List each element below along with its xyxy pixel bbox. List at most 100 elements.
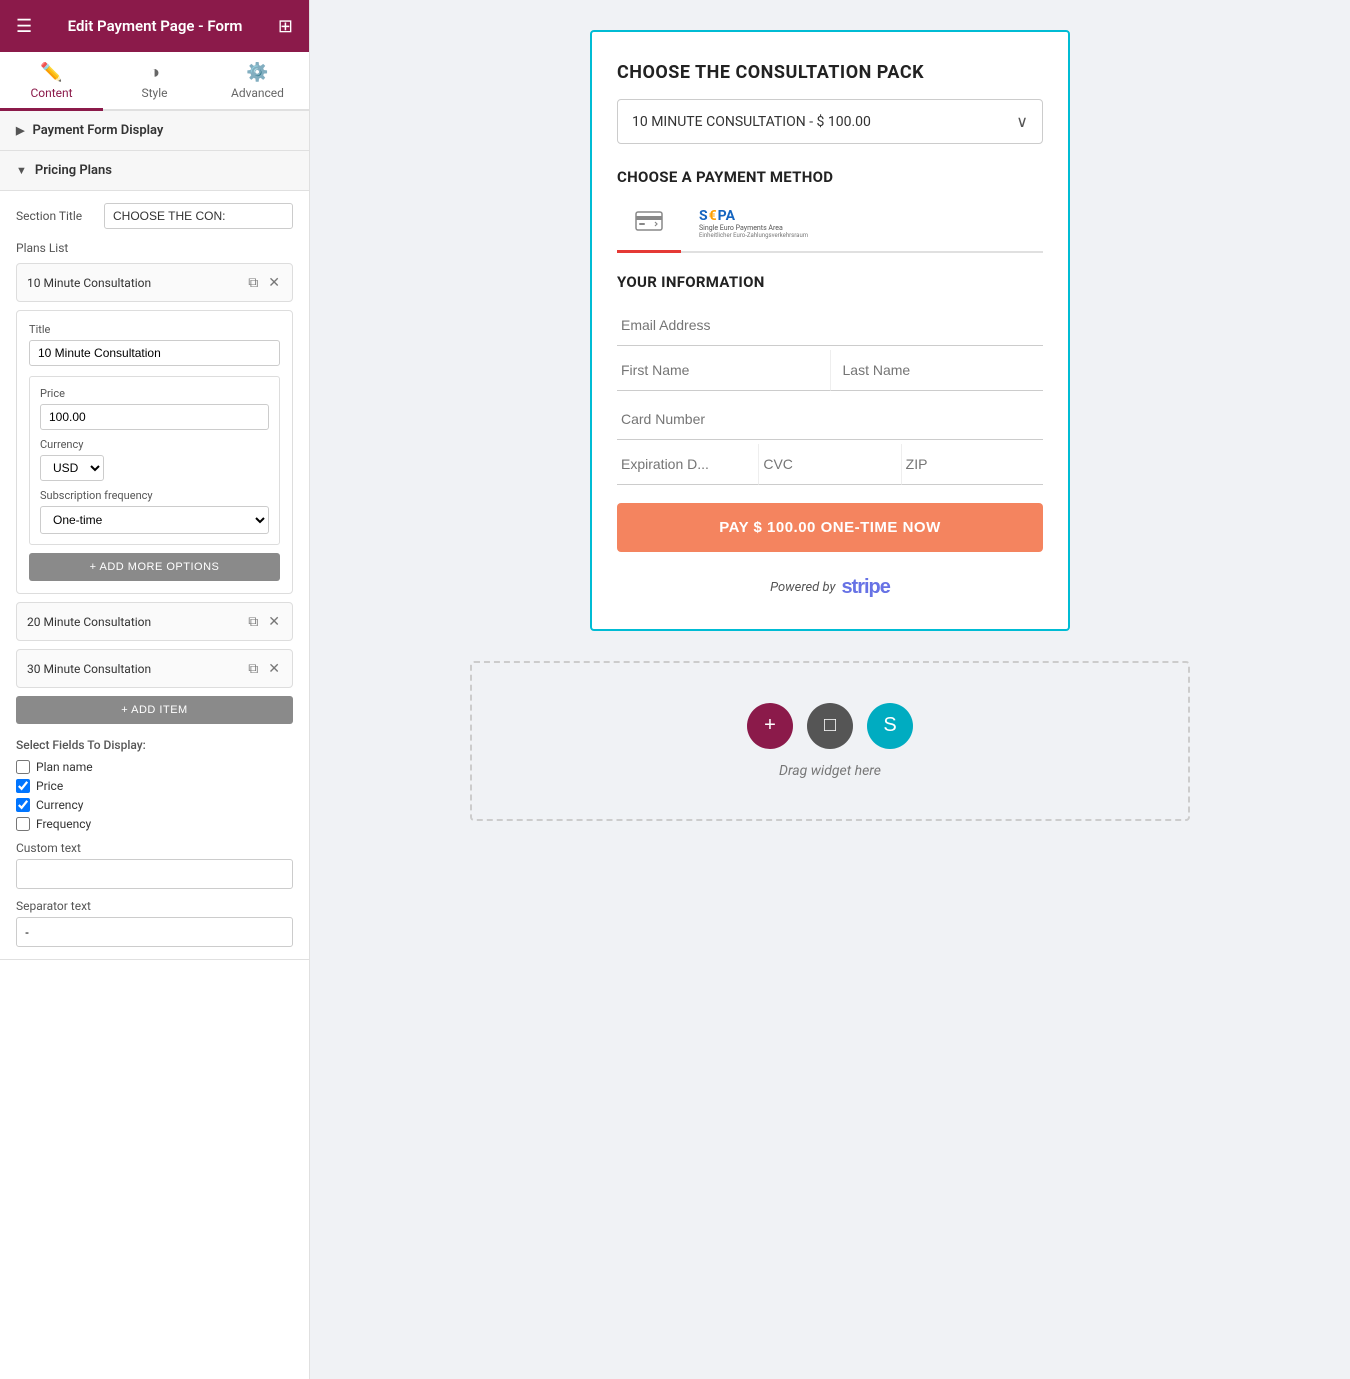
field-price-checkbox[interactable]	[16, 779, 30, 793]
payment-method-card-tab[interactable]	[617, 200, 681, 253]
card-number-input[interactable]	[617, 399, 1043, 440]
email-input[interactable]	[617, 305, 1043, 346]
pricing-plans-label: Pricing Plans	[35, 163, 112, 178]
plan-2-actions: ⧉ ✕	[246, 611, 282, 632]
sepa-logo: S € PA Single Euro Payments Area Einheit…	[699, 208, 808, 240]
plan-item-3: 30 Minute Consultation ⧉ ✕	[16, 649, 293, 688]
payment-method-sepa-tab[interactable]: S € PA Single Euro Payments Area Einheit…	[681, 200, 826, 253]
pay-button[interactable]: PAY $ 100.00 ONE-TIME NOW	[617, 503, 1043, 552]
field-plan-name-row[interactable]: Plan name	[16, 760, 293, 774]
expiry-input[interactable]	[617, 444, 759, 485]
plan-3-copy-button[interactable]: ⧉	[246, 658, 260, 679]
freq-select[interactable]: One-time Monthly Yearly	[40, 506, 269, 534]
stripe-logo: stripe	[841, 576, 889, 599]
add-options-button[interactable]: + ADD MORE OPTIONS	[29, 553, 280, 581]
choose-pack-title: CHOOSE THE CONSULTATION PACK	[617, 62, 1043, 83]
field-plan-name-checkbox[interactable]	[16, 760, 30, 774]
arrow-down-icon: ▼	[16, 164, 27, 177]
field-currency-row[interactable]: Currency	[16, 798, 293, 812]
field-frequency-checkbox[interactable]	[16, 817, 30, 831]
currency-select[interactable]: USD EUR GBP	[40, 455, 104, 481]
payment-form-display-label: Payment Form Display	[32, 123, 163, 138]
tab-content-label: Content	[30, 86, 72, 100]
currency-label: Currency	[40, 438, 269, 451]
plan-title-label: Title	[29, 323, 280, 336]
section-title-row: Section Title	[16, 203, 293, 229]
plan-item-1: 10 Minute Consultation ⧉ ✕	[16, 263, 293, 302]
custom-text-label: Custom text	[16, 841, 293, 855]
pricing-plans-body: Section Title Plans List 10 Minute Consu…	[0, 191, 309, 960]
field-frequency-row[interactable]: Frequency	[16, 817, 293, 831]
add-item-button[interactable]: + ADD ITEM	[16, 696, 293, 724]
separator-text-input[interactable]	[16, 917, 293, 947]
plan-2-label: 20 Minute Consultation	[27, 615, 246, 629]
hamburger-icon[interactable]: ☰	[16, 16, 32, 37]
field-price-row[interactable]: Price	[16, 779, 293, 793]
plan-1-actions: ⧉ ✕	[246, 272, 282, 293]
plans-list-label: Plans List	[16, 241, 293, 255]
plan-1-delete-button[interactable]: ✕	[266, 272, 282, 293]
payment-methods-row: S € PA Single Euro Payments Area Einheit…	[617, 200, 1043, 253]
advanced-icon: ⚙️	[246, 62, 268, 83]
section-title-label: Section Title	[16, 209, 96, 223]
pricing-plans-header[interactable]: ▼ Pricing Plans	[0, 151, 309, 191]
tab-style[interactable]: ◑ Style	[103, 52, 206, 111]
sidebar-tabs: ✏️ Content ◑ Style ⚙️ Advanced	[0, 52, 309, 111]
plan-detail-expanded: Title Price Currency USD EUR GBP Subscri…	[16, 310, 293, 594]
add-widget-button[interactable]: +	[747, 703, 793, 749]
payment-card: CHOOSE THE CONSULTATION PACK 10 MINUTE C…	[590, 30, 1070, 631]
tab-advanced-label: Advanced	[231, 86, 284, 100]
drag-label: Drag widget here	[779, 763, 881, 779]
payment-form-display-header[interactable]: ▶ Payment Form Display	[0, 111, 309, 151]
plan-detail-inner: Price Currency USD EUR GBP Subscription …	[29, 376, 280, 545]
powered-by-label: Powered by	[770, 580, 835, 595]
field-currency-checkbox[interactable]	[16, 798, 30, 812]
price-input[interactable]	[40, 404, 269, 430]
payment-method-title: CHOOSE A PAYMENT METHOD	[617, 168, 1043, 186]
plan-3-label: 30 Minute Consultation	[27, 662, 246, 676]
zip-input[interactable]	[902, 444, 1043, 485]
section-title-input[interactable]	[104, 203, 293, 229]
last-name-input[interactable]	[831, 350, 1044, 391]
widget-s-button[interactable]: S	[867, 703, 913, 749]
grid-icon[interactable]: ⊞	[278, 16, 293, 37]
style-icon: ◑	[149, 62, 160, 83]
widget-type-button[interactable]: □	[807, 703, 853, 749]
your-info-title: YOUR INFORMATION	[617, 273, 1043, 291]
plan-dropdown[interactable]: 10 MINUTE CONSULTATION - $ 100.00 ∨	[617, 99, 1043, 144]
field-currency-label: Currency	[36, 798, 83, 812]
content-icon: ✏️	[40, 62, 62, 83]
chevron-down-icon: ∨	[1016, 112, 1028, 131]
main-content: CHOOSE THE CONSULTATION PACK 10 MINUTE C…	[310, 0, 1350, 1379]
selected-plan-label: 10 MINUTE CONSULTATION - $ 100.00	[632, 114, 871, 130]
drag-widget-area: + □ S Drag widget here	[470, 661, 1190, 821]
field-frequency-label: Frequency	[36, 817, 91, 831]
tab-content[interactable]: ✏️ Content	[0, 52, 103, 111]
tab-style-label: Style	[141, 86, 167, 100]
plan-3-delete-button[interactable]: ✕	[266, 658, 282, 679]
tab-advanced[interactable]: ⚙️ Advanced	[206, 52, 309, 111]
sidebar-header: ☰ Edit Payment Page - Form ⊞	[0, 0, 309, 52]
plan-title-input[interactable]	[29, 340, 280, 366]
plan-3-actions: ⧉ ✕	[246, 658, 282, 679]
first-name-input[interactable]	[617, 350, 831, 391]
custom-text-input[interactable]	[16, 859, 293, 889]
price-label: Price	[40, 387, 269, 400]
powered-by-row: Powered by stripe	[617, 576, 1043, 599]
field-plan-name-label: Plan name	[36, 760, 93, 774]
widget-icons-row: + □ S	[747, 703, 913, 749]
plan-2-copy-button[interactable]: ⧉	[246, 611, 260, 632]
card-detail-row	[617, 444, 1043, 489]
plan-item-2: 20 Minute Consultation ⧉ ✕	[16, 602, 293, 641]
plan-1-label: 10 Minute Consultation	[27, 276, 246, 290]
cvc-input[interactable]	[759, 444, 901, 485]
separator-text-label: Separator text	[16, 899, 293, 913]
name-row	[617, 350, 1043, 395]
plan-2-delete-button[interactable]: ✕	[266, 611, 282, 632]
sidebar: ☰ Edit Payment Page - Form ⊞ ✏️ Content …	[0, 0, 310, 1379]
field-price-label: Price	[36, 779, 63, 793]
select-fields-label: Select Fields To Display:	[16, 738, 293, 752]
freq-label: Subscription frequency	[40, 489, 269, 502]
plan-1-copy-button[interactable]: ⧉	[246, 272, 260, 293]
card-icon	[635, 211, 663, 236]
